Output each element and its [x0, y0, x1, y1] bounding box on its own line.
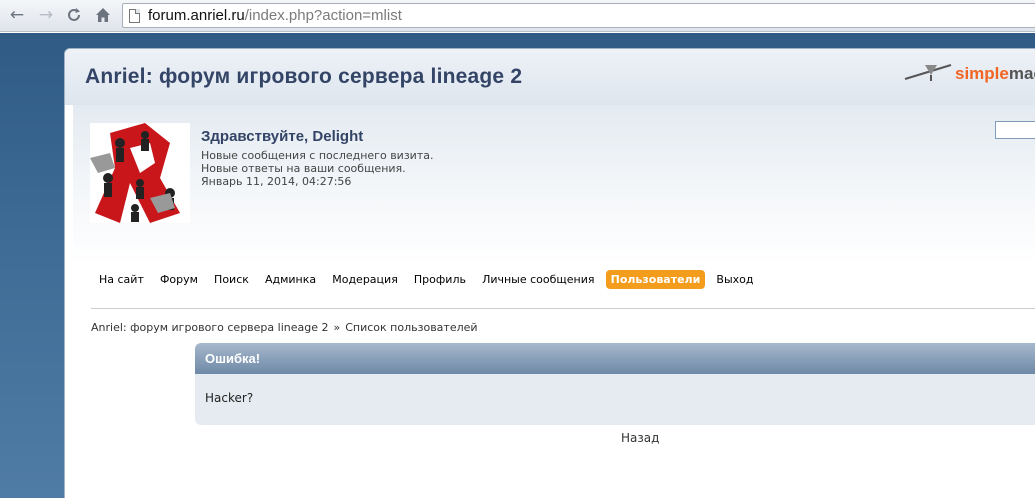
error-box: Ошибка! Hacker?: [195, 343, 1035, 425]
home-icon[interactable]: [92, 4, 114, 26]
smf-logo[interactable]: simplemac: [903, 61, 1035, 87]
new-replies-link[interactable]: Новые ответы на ваши сообщения.: [201, 162, 406, 175]
page-background: Anriel: форум игрового сервера lineage 2…: [0, 33, 1035, 498]
menu-item-site[interactable]: На сайт: [94, 270, 149, 289]
forward-arrow-icon[interactable]: →: [35, 4, 57, 26]
current-datetime: Январь 11, 2014, 04:27:56: [201, 175, 352, 188]
error-title: Ошибка!: [195, 343, 1035, 374]
avatar: [90, 123, 190, 223]
breadcrumb-home[interactable]: Anriel: форум игрового сервера lineage 2: [91, 321, 329, 334]
main-menu: На сайт Форум Поиск Админка Модерация Пр…: [94, 268, 760, 289]
new-posts-link[interactable]: Новые сообщения с последнего визита.: [201, 149, 433, 162]
browser-toolbar: ← → forum.anriel.ru/index.php?action=mli…: [0, 0, 1035, 32]
search-input[interactable]: [995, 121, 1035, 139]
menu-item-admin[interactable]: Админка: [260, 270, 321, 289]
page-icon: [129, 9, 140, 23]
reload-icon[interactable]: [63, 4, 85, 26]
forum-frame: Anriel: форум игрового сервера lineage 2…: [64, 48, 1035, 498]
forum-header: Anriel: форум игрового сервера lineage 2…: [65, 49, 1035, 105]
breadcrumb: Anriel: форум игрового сервера lineage 2…: [91, 321, 478, 334]
menu-item-logout[interactable]: Выход: [711, 270, 758, 289]
breadcrumb-separator: »: [333, 321, 341, 334]
breadcrumb-current[interactable]: Список пользователей: [345, 321, 477, 334]
menu-item-profile[interactable]: Профиль: [409, 270, 471, 289]
menu-item-search[interactable]: Поиск: [209, 270, 254, 289]
smf-logo-icon: [904, 64, 952, 81]
user-section: Здравствуйте, Delight Новые сообщения с …: [73, 105, 1035, 267]
address-url: forum.anriel.ru/index.php?action=mlist: [148, 7, 402, 24]
error-message: Hacker?: [195, 374, 1035, 425]
back-link[interactable]: Назад: [621, 431, 659, 445]
menu-item-messages[interactable]: Личные сообщения: [477, 270, 599, 289]
menu-item-users[interactable]: Пользователи: [605, 270, 706, 289]
back-arrow-icon[interactable]: ←: [6, 4, 28, 26]
menu-item-forum[interactable]: Форум: [155, 270, 203, 289]
address-bar[interactable]: forum.anriel.ru/index.php?action=mlist: [122, 3, 1035, 28]
divider: [91, 308, 1035, 309]
forum-title[interactable]: Anriel: форум игрового сервера lineage 2: [85, 65, 522, 89]
forum-content: Здравствуйте, Delight Новые сообщения с …: [73, 105, 1035, 498]
greeting: Здравствуйте, Delight: [201, 128, 364, 145]
menu-item-moderation[interactable]: Модерация: [327, 270, 403, 289]
